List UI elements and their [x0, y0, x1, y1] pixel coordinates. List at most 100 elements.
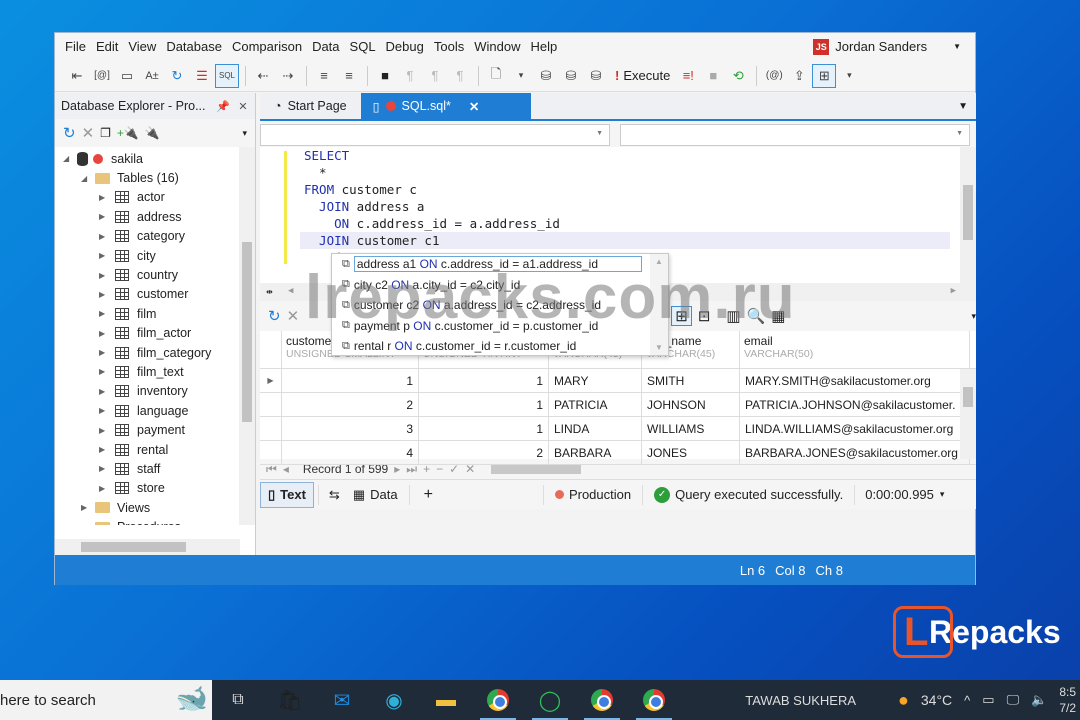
expand-arrow-icon[interactable]: ▶ — [99, 387, 109, 396]
expand-arrow-icon[interactable]: ▶ — [99, 445, 109, 454]
table-cell[interactable]: JOHNSON — [642, 393, 740, 416]
menu-help[interactable]: Help — [528, 39, 565, 54]
menu-sql[interactable]: SQL — [348, 39, 384, 54]
card-view-icon[interactable]: ⊡ — [698, 307, 711, 325]
cancel-icon[interactable]: ✕ — [287, 307, 300, 325]
table-cell[interactable]: PATRICIA.JOHNSON@sakilacustomer. — [740, 393, 970, 416]
table-cell[interactable]: MARY — [549, 369, 642, 392]
overflow-icon[interactable]: ▾ — [971, 311, 976, 322]
row-selector[interactable] — [260, 441, 282, 464]
expand-arrow-icon[interactable]: ▶ — [99, 426, 109, 435]
find-icon[interactable]: 🔍 — [747, 307, 766, 325]
scrollbar-thumb[interactable] — [242, 242, 252, 422]
query-parameters-icon[interactable]: (@) — [762, 64, 786, 88]
scroll-up-icon[interactable]: ▲ — [655, 257, 663, 266]
expand-arrow-icon[interactable]: ▶ — [99, 348, 109, 357]
network-icon[interactable]: 🖵 — [1007, 692, 1020, 708]
connection-select[interactable] — [260, 124, 610, 146]
comment-icon[interactable]: ≡ — [312, 64, 336, 88]
menu-window[interactable]: Window — [472, 39, 528, 54]
outdent-icon[interactable]: ⇤ — [65, 64, 89, 88]
overflow-icon[interactable]: ▾ — [940, 489, 945, 500]
tree-node-procedures[interactable]: ▶ Procedures — [55, 517, 255, 525]
temperature[interactable]: 34°C — [921, 692, 952, 708]
tab-sql-file[interactable]: ▯ SQL.sql* ✕ — [360, 93, 531, 119]
menu-debug[interactable]: Debug — [384, 39, 432, 54]
database-check-icon[interactable]: ⛁ — [584, 64, 608, 88]
data-view-button[interactable]: ▦ Data — [346, 482, 405, 508]
menu-view[interactable]: View — [126, 39, 164, 54]
expand-arrow-icon[interactable]: ▶ — [99, 290, 109, 299]
editor-vertical-scrollbar[interactable] — [960, 147, 976, 301]
table-cell[interactable]: 3 — [282, 417, 419, 440]
tree-node-tables[interactable]: ◢ Tables (16) — [55, 168, 255, 187]
new-connection-icon[interactable]: +🔌 — [117, 126, 139, 140]
task-view-icon[interactable]: ⧉ — [212, 680, 264, 720]
database-refresh-icon[interactable]: ⛁ — [559, 64, 583, 88]
table-row[interactable]: ▶ 1 1 MARY SMITH MARY.SMITH@sakilacustomer.or… — [260, 369, 976, 393]
menu-file[interactable]: File — [63, 39, 94, 54]
expand-arrow-icon[interactable]: ▶ — [81, 523, 91, 525]
tree-node-table[interactable]: ▶ inventory — [55, 382, 255, 401]
table-cell[interactable]: 2 — [282, 393, 419, 416]
sql-mode-icon[interactable]: SQL — [215, 63, 239, 88]
volume-icon[interactable]: 🔈 — [1031, 692, 1047, 708]
text-view-button[interactable]: ▯ Text — [260, 481, 314, 508]
autocomplete-item[interactable]: ⧉ payment p ON c.customer_id = p.customer… — [332, 316, 668, 337]
tree-node-table[interactable]: ▶ store — [55, 479, 255, 498]
tree-node-table[interactable]: ▶ actor — [55, 188, 255, 207]
remove-lines-icon[interactable]: ☰ — [190, 64, 214, 88]
expand-arrow-icon[interactable]: ▶ — [99, 367, 109, 376]
tree-node-table[interactable]: ▶ city — [55, 246, 255, 265]
tree-node-table[interactable]: ▶ country — [55, 265, 255, 284]
scrollbar-thumb[interactable] — [963, 387, 973, 407]
indent-increase-icon[interactable]: ⇢ — [276, 64, 300, 88]
grid-view-icon[interactable]: ⊞ — [671, 306, 692, 326]
table-cell[interactable]: 1 — [282, 369, 419, 392]
tree-node-table[interactable]: ▶ rental — [55, 440, 255, 459]
results-grid-icon[interactable]: ⊞ — [812, 63, 837, 88]
store-icon[interactable]: 🛍 — [264, 680, 316, 720]
table-cell[interactable]: 2 — [419, 441, 549, 464]
expand-arrow-icon[interactable]: ▶ — [99, 406, 109, 415]
table-cell[interactable]: WILLIAMS — [642, 417, 740, 440]
tree-node-views[interactable]: ▶ Views — [55, 498, 255, 517]
table-cell[interactable]: 4 — [282, 441, 419, 464]
export-icon[interactable]: ⇪ — [787, 64, 811, 88]
scroll-left-icon[interactable]: ◀ — [288, 286, 293, 296]
refresh-icon[interactable]: ↻ — [268, 307, 281, 325]
tree-node-table[interactable]: ▶ payment — [55, 420, 255, 439]
stop-icon[interactable]: ■ — [701, 64, 725, 88]
tree-node-table[interactable]: ▶ film_text — [55, 362, 255, 381]
explorer-vertical-scrollbar[interactable] — [239, 147, 255, 525]
tree-node-database[interactable]: ◢ sakila — [55, 149, 255, 168]
autocomplete-item[interactable]: ⧉ rental r ON c.customer_id = r.customer_… — [332, 336, 668, 357]
table-cell[interactable]: MARY.SMITH@sakilacustomer.org — [740, 369, 970, 392]
chrome-profile-icon[interactable] — [576, 680, 628, 720]
table-cell[interactable]: PATRICIA — [549, 393, 642, 416]
export-grid-icon[interactable]: ▦ — [771, 307, 785, 325]
whatsapp-icon[interactable]: ◯ — [524, 680, 576, 720]
table-cell[interactable]: SMITH — [642, 369, 740, 392]
tab-list-dropdown-icon[interactable]: ▼ — [958, 101, 968, 112]
expand-arrow-icon[interactable]: ▶ — [99, 329, 109, 338]
environment-indicator[interactable]: Production — [548, 482, 638, 508]
new-document-icon[interactable]: 🗋 — [484, 64, 508, 88]
row-selector[interactable] — [260, 393, 282, 416]
table-row[interactable]: 3 1 LINDA WILLIAMS LINDA.WILLIAMS@sakilacust… — [260, 417, 976, 441]
expand-arrow-icon[interactable]: ▶ — [99, 232, 109, 241]
disconnect-icon[interactable]: 🔌 — [145, 126, 160, 140]
uncomment-icon[interactable]: ≡ — [337, 64, 361, 88]
expand-arrow-icon[interactable]: ▶ — [99, 212, 109, 221]
scrollbar-thumb[interactable] — [963, 185, 973, 240]
expand-arrow-icon[interactable]: ▶ — [99, 464, 109, 473]
refresh-icon[interactable]: ↻ — [165, 64, 189, 88]
chrome-icon[interactable] — [472, 680, 524, 720]
scrollbar-thumb[interactable] — [81, 542, 186, 552]
table-row[interactable]: 2 1 PATRICIA JOHNSON PATRICIA.JOHNSON@sakila… — [260, 393, 976, 417]
clock[interactable]: 8:5 7/2 — [1059, 684, 1076, 716]
swap-icon[interactable]: ⇆ — [323, 487, 346, 503]
database-connect-icon[interactable]: ⛁ — [534, 64, 558, 88]
battery-icon[interactable]: ▭ — [982, 692, 994, 708]
execute-button[interactable]: ! Execute — [609, 68, 676, 83]
